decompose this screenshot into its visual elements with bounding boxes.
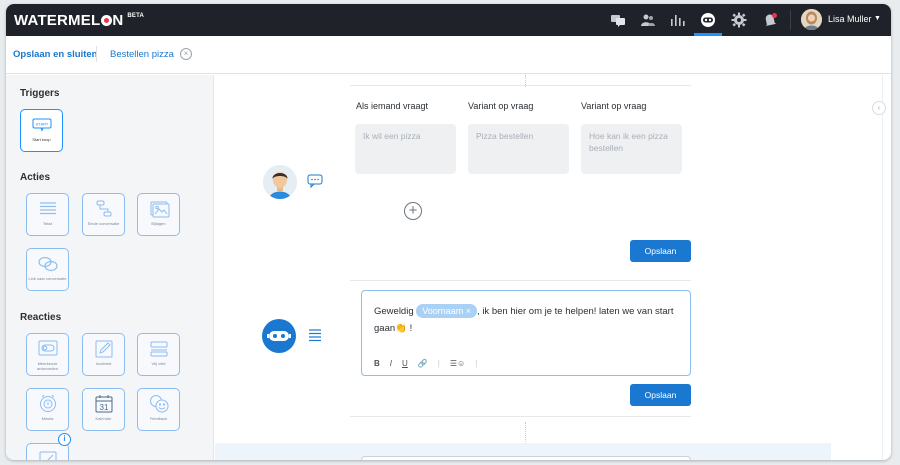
save-and-close-button[interactable]: Opslaan en sluiten bbox=[13, 49, 97, 60]
user-avatar[interactable] bbox=[801, 9, 822, 30]
section-title-triggers: Triggers bbox=[20, 88, 60, 99]
text-lines-icon bbox=[37, 199, 59, 219]
logo-text-tail: N bbox=[112, 12, 124, 29]
italic-button[interactable]: I bbox=[390, 359, 392, 368]
svg-text:START: START bbox=[36, 122, 49, 127]
message-text[interactable]: Geweldig Voornaam ×, ik ben hier om je t… bbox=[374, 303, 684, 337]
add-variant-button[interactable]: + bbox=[404, 202, 422, 220]
speech-bubble-icon bbox=[307, 174, 323, 189]
tile-end-conversation[interactable]: Einde conversatie bbox=[82, 193, 125, 236]
tile-label: Meerkeuze antwoorden bbox=[37, 361, 58, 371]
logo-text: WATERMEL bbox=[14, 12, 101, 29]
info-icon[interactable]: i bbox=[58, 433, 71, 446]
collapse-panel-icon[interactable]: ‹ bbox=[872, 101, 886, 115]
bold-button[interactable]: B bbox=[374, 359, 380, 368]
gear-icon[interactable] bbox=[731, 12, 747, 28]
edit-icon bbox=[37, 448, 59, 460]
tile-label: Bijlagen bbox=[151, 221, 166, 226]
question-input[interactable]: Ik wil een pizza bbox=[355, 124, 456, 174]
message-text-part: Geweldig bbox=[374, 306, 417, 317]
link-bubbles-icon bbox=[37, 254, 59, 274]
next-block-card[interactable] bbox=[361, 456, 691, 460]
tile-free-field[interactable]: Vrij veld bbox=[137, 333, 180, 376]
link-icon[interactable]: 🔗 bbox=[418, 359, 428, 368]
top-navigation-bar: WATERMEL N BETA Lisa Muller ▼ bbox=[6, 4, 891, 36]
toolbar-divider: | bbox=[437, 359, 440, 368]
section-title-actions: Acties bbox=[20, 172, 51, 183]
variable-chip[interactable]: Voornaam × bbox=[416, 304, 478, 318]
block-divider bbox=[350, 280, 691, 281]
tile-calendar[interactable]: 31 Kalender bbox=[82, 388, 125, 431]
tile-label: Link naar conversatie bbox=[28, 276, 67, 281]
tile-link-conversation[interactable]: Link naar conversatie bbox=[26, 248, 69, 291]
notification-bell-icon[interactable] bbox=[762, 12, 778, 28]
components-sidebar: Triggers START Start knop Acties Tekst E… bbox=[6, 75, 214, 460]
tile-feedback[interactable]: Feedback bbox=[137, 388, 180, 431]
right-panel-edge bbox=[882, 75, 891, 460]
tile-label: Tekst bbox=[42, 221, 53, 226]
bot-icon[interactable] bbox=[700, 12, 716, 28]
message-text-part: ! bbox=[406, 323, 413, 334]
start-icon: START bbox=[31, 115, 53, 135]
tile-label: Invulveld bbox=[95, 361, 112, 366]
fields-icon bbox=[148, 339, 170, 359]
formatting-toolbar: B I U 🔗 | ☰☺ | bbox=[374, 359, 487, 368]
beta-badge: BETA bbox=[127, 13, 145, 19]
chevron-down-icon[interactable]: ▼ bbox=[874, 15, 881, 22]
tile-label: Start knop bbox=[32, 137, 51, 142]
tile-minutes[interactable]: Minuts bbox=[26, 388, 69, 431]
tile-label: Kalender bbox=[95, 416, 112, 421]
column-header: Variant op vraag bbox=[468, 101, 534, 111]
tile-input-field[interactable]: Invulveld bbox=[82, 333, 125, 376]
column-header: Variant op vraag bbox=[581, 101, 647, 111]
flow-name-tab[interactable]: Bestellen pizza bbox=[110, 49, 174, 60]
edit-icon bbox=[93, 339, 115, 359]
toolbar-divider: | bbox=[475, 359, 478, 368]
clock-icon bbox=[37, 394, 59, 414]
tile-label: Vrij veld bbox=[151, 361, 166, 366]
toggle-icon bbox=[37, 339, 59, 359]
bar-chart-icon[interactable] bbox=[669, 12, 685, 28]
divider bbox=[96, 46, 97, 62]
save-button[interactable]: Opslaan bbox=[630, 240, 691, 262]
tile-start-button[interactable]: START Start knop bbox=[20, 109, 63, 152]
tile-attachments[interactable]: Bijlagen bbox=[137, 193, 180, 236]
column-header: Als iemand vraagt bbox=[356, 101, 429, 111]
svg-text:31: 31 bbox=[100, 403, 109, 412]
bot-avatar-node bbox=[262, 319, 296, 353]
image-icon bbox=[148, 199, 170, 219]
flow-toolbar: Opslaan en sluiten Bestellen pizza × bbox=[6, 36, 891, 74]
divider bbox=[790, 10, 791, 30]
text-lines-icon bbox=[308, 328, 322, 342]
tile-text[interactable]: Tekst bbox=[26, 193, 69, 236]
tile-label: Einde conversatie bbox=[87, 221, 120, 226]
logo-watermelon-icon bbox=[100, 15, 112, 26]
user-name[interactable]: Lisa Muller bbox=[828, 14, 872, 24]
chat-bubbles-icon[interactable] bbox=[610, 12, 626, 28]
logo[interactable]: WATERMEL N BETA bbox=[14, 12, 144, 29]
variant-input[interactable]: Hoe kan ik een pizza bestellen bbox=[581, 124, 682, 174]
user-avatar-node bbox=[263, 165, 297, 199]
connector-line bbox=[525, 422, 526, 442]
users-icon[interactable] bbox=[640, 12, 656, 28]
clapping-hands-icon: 👏 bbox=[395, 323, 407, 334]
message-editor[interactable]: Geweldig Voornaam ×, ik ben hier om je t… bbox=[361, 290, 691, 376]
section-title-reactions: Reacties bbox=[20, 312, 62, 323]
end-conversation-icon bbox=[93, 199, 115, 219]
tile-label: Feedback bbox=[149, 416, 168, 421]
calendar-icon: 31 bbox=[93, 394, 115, 414]
block-divider bbox=[350, 85, 691, 86]
app-window: WATERMEL N BETA Lisa Muller ▼ Opslaan en s… bbox=[6, 4, 891, 460]
tile-label: Minuts bbox=[41, 416, 54, 421]
feedback-faces-icon bbox=[148, 394, 170, 414]
block-divider bbox=[350, 416, 691, 417]
underline-button[interactable]: U bbox=[402, 359, 408, 368]
variables-icon[interactable]: ☰☺ bbox=[450, 359, 465, 368]
save-button[interactable]: Opslaan bbox=[630, 384, 691, 406]
close-icon[interactable]: × bbox=[180, 48, 192, 60]
tile-multiple-choice[interactable]: Meerkeuze antwoorden bbox=[26, 333, 69, 376]
variant-input[interactable]: Pizza bestellen bbox=[468, 124, 569, 174]
